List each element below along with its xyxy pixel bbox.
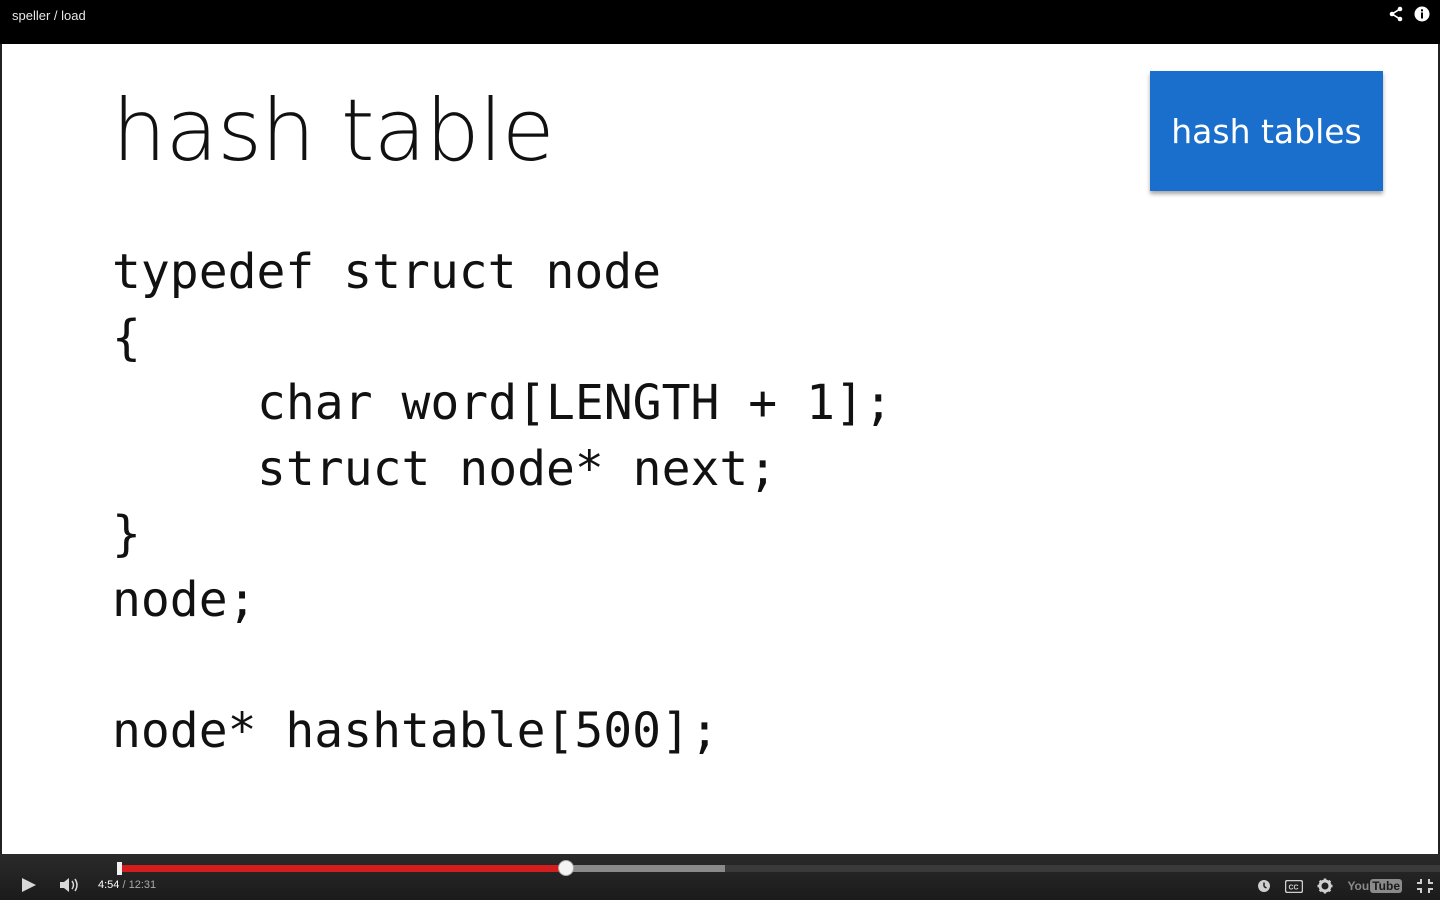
current-time: 4:54	[98, 879, 120, 891]
code-line: typedef struct node	[112, 244, 662, 300]
duration: 12:31	[128, 879, 157, 891]
time-display: 4:54 / 12:31	[98, 879, 156, 891]
topic-badge: hash tables	[1150, 71, 1383, 191]
code-line: node* hashtable[500];	[112, 702, 719, 759]
info-icon[interactable]	[1414, 6, 1430, 22]
title-bar: speller / load	[0, 0, 1440, 44]
share-icon[interactable]	[1388, 6, 1404, 22]
youtube-logo[interactable]: You Tube	[1347, 879, 1402, 893]
player-controls: 4:54 / 12:31 CC You Tube	[0, 854, 1440, 900]
video-player: speller / load hash table hash tables ty…	[0, 0, 1440, 900]
progress-bar[interactable]	[118, 865, 1440, 872]
youtube-logo-tube: Tube	[1370, 879, 1402, 893]
top-icons	[1388, 6, 1430, 22]
code-line: node;	[112, 571, 257, 628]
progress-start-marker	[117, 862, 122, 875]
captions-icon[interactable]: CC	[1285, 879, 1304, 893]
progress-scrubber[interactable]	[558, 860, 575, 876]
settings-icon[interactable]	[1317, 878, 1333, 894]
slide-title: hash table	[112, 81, 555, 181]
play-icon[interactable]	[18, 876, 40, 894]
slide-content: hash table hash tables typedef struct no…	[0, 44, 1440, 854]
code-line: }	[112, 506, 141, 562]
svg-text:CC: CC	[1289, 884, 1299, 891]
volume-icon[interactable]	[58, 876, 86, 894]
watch-later-icon[interactable]	[1257, 879, 1271, 893]
youtube-logo-you: You	[1347, 879, 1370, 893]
time-separator: /	[122, 879, 126, 891]
code-block: typedef struct node { char word[LENGTH +…	[112, 240, 893, 764]
code-line: {	[112, 309, 141, 366]
controls-left: 4:54 / 12:31	[18, 876, 156, 894]
code-line: char word[LENGTH + 1];	[257, 375, 893, 431]
video-title[interactable]: speller / load	[12, 8, 86, 23]
progress-played	[118, 865, 567, 872]
code-line: struct node* next;	[257, 440, 778, 497]
controls-right: CC You Tube	[1257, 878, 1434, 894]
exit-fullscreen-icon[interactable]	[1416, 878, 1434, 894]
